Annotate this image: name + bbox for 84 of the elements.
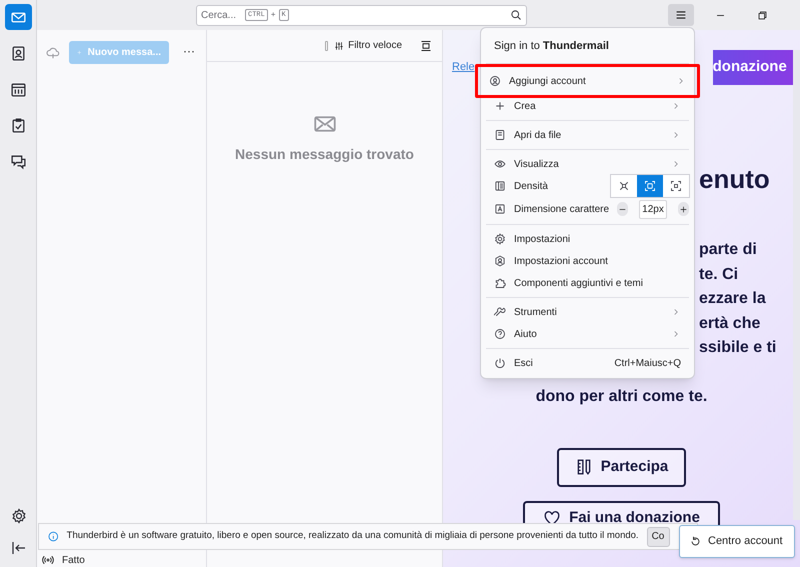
menu-item[interactable]: Aiuto [486,323,689,345]
plus-icon [494,100,506,112]
release-link[interactable]: Rele [452,58,475,76]
info-icon [48,531,59,542]
menu-item[interactable]: Impostazioni account [486,250,689,272]
key-separator: + [270,9,276,21]
increase-button[interactable] [678,202,689,216]
start-page-button[interactable]: Partecipa [556,448,686,486]
relaxed-icon [670,180,682,192]
menu-item-label: Esci [514,356,534,370]
menu-item[interactable]: Apri da file [486,124,689,146]
menu-item-label: Visualizza [514,158,560,172]
menu-item[interactable]: Aggiungi account [481,70,694,92]
menu-button[interactable] [668,4,694,26]
more-button[interactable]: ··· [183,44,195,58]
text-fragment: parte di [699,240,757,260]
density-button[interactable] [637,175,663,197]
search-icon [510,9,522,21]
menu-item[interactable]: Esci Ctrl+Maiusc+Q [486,352,689,374]
plus-icon [678,204,688,214]
restore-icon [756,10,768,20]
shortcut-text: Ctrl+Maiusc+Q [614,356,681,370]
help-icon [494,328,506,340]
heading-fragment: enuto [699,162,770,196]
list-icon [494,180,506,192]
clipboard-check-icon [10,116,26,134]
address-book-icon [10,44,26,62]
menu-item-label: Componenti aggiuntivi e temi [514,276,644,290]
layout-icon [420,40,432,52]
normal-icon [644,180,656,192]
menu-item-label: Crea [514,100,537,114]
compact-icon [618,180,630,192]
font-icon [494,203,506,215]
account-center-button[interactable]: Centro account [679,525,795,558]
search-placeholder: Cerca... [201,8,236,22]
toggle-handle[interactable] [325,40,328,50]
quick-filter-button[interactable]: Filtro veloce [334,38,402,53]
empty-message: Nessun messaggio trovato [235,145,414,164]
account-gear-icon [494,255,506,267]
sliders-icon [334,40,344,50]
notification-text: Thunderbird è un software gratuito, libero e open source, realizzato da una comunità di migliaia di persone provenienti da tutto il mondo. [66,529,639,544]
text-fragment: ssibile e ti [699,338,776,358]
wrench-icon [494,306,506,318]
power-icon [494,357,506,369]
chat-icon [10,152,26,170]
gear-icon [494,233,506,245]
refresh-icon [690,536,701,547]
status-text: Fatto [62,554,85,567]
menu-item-label: Impostazioni account [514,254,609,268]
decrease-button[interactable] [617,202,628,216]
menu-item-label: Impostazioni [514,232,572,246]
settings-icon [10,508,26,524]
density-button[interactable] [611,175,637,197]
broadcast-icon [42,554,54,566]
scrollbar[interactable] [793,50,800,520]
text-fragment: ertà che [699,314,760,334]
cloud-icon [46,46,60,60]
font-size-field[interactable]: 12px [639,200,667,218]
menu-item-label: Strumenti [514,306,558,320]
collapse-icon [10,540,26,556]
menu-item-label: Aiuto [514,328,538,342]
puzzle-icon [494,277,506,289]
menu-item-label: Apri da file [514,128,562,142]
text-fragment: ezzare la [699,289,766,310]
menu-item-label: Densità [514,180,549,194]
density-button[interactable] [663,175,689,197]
layout-button[interactable] [420,40,432,52]
file-icon [494,129,506,141]
paragraph-line: dono per altri come te. [536,387,708,407]
menu-item[interactable]: Visualizza [486,153,689,175]
ruler-pencil-icon [574,458,593,476]
menu-item-label: Aggiungi account [509,74,587,88]
calendar-icon [10,80,26,98]
menu-item[interactable]: Crea [486,95,689,117]
plus-icon [77,48,82,57]
account-plus-icon [489,75,501,87]
menu-item[interactable]: Componenti aggiuntivi e temi [486,272,689,294]
menu-header: Sign in to Thundermail [493,39,610,54]
menu-item[interactable]: Impostazioni [486,228,689,250]
menu-item[interactable]: Strumenti [486,301,689,323]
eye-icon [494,158,506,170]
text-fragment: te. Ci [699,264,738,285]
notification-button[interactable]: Co [646,526,670,546]
menu-item-label: Dimensione carattere [514,202,610,216]
